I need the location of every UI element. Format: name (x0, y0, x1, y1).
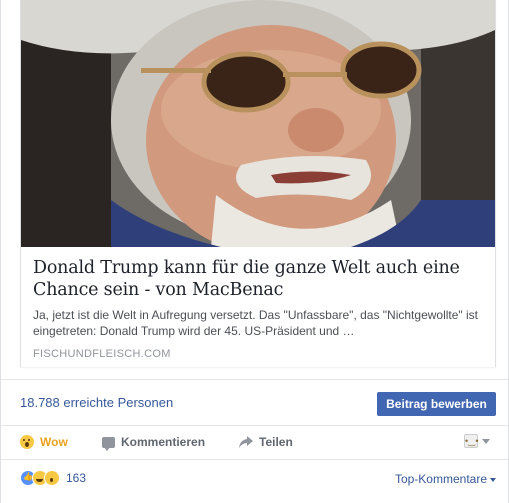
share-button[interactable]: Teilen (239, 435, 293, 449)
reaction-label: Wow (40, 435, 68, 449)
link-description: Ja, jetzt ist die Welt in Aufregung vers… (33, 308, 479, 338)
action-bar: Wow Kommentieren Teilen •‿• (1, 425, 508, 459)
link-preview[interactable]: Donald Trump kann für die ganze Welt auc… (20, 0, 496, 367)
link-preview-image[interactable] (21, 0, 495, 247)
wow-icon (44, 470, 60, 486)
comment-sort-dropdown[interactable]: Top-Kommentare (395, 472, 496, 486)
chevron-down-icon (482, 438, 490, 444)
link-source: FISCHUNDFLEISCH.COM (33, 348, 171, 360)
portrait-photo (21, 0, 495, 247)
comment-label: Kommentieren (121, 435, 206, 449)
caret-down-icon (490, 477, 496, 482)
people-reached-link[interactable]: 18.788 erreichte Personen (20, 395, 173, 410)
reaction-counts[interactable]: 163 (20, 470, 86, 486)
page-avatar-icon: •‿• (464, 434, 479, 448)
comment-icon (102, 436, 115, 451)
boost-post-button[interactable]: Beitrag bewerben (377, 392, 496, 416)
share-label: Teilen (259, 435, 293, 449)
link-preview-text[interactable]: Donald Trump kann für die ganze Welt auc… (21, 247, 495, 367)
post-as-selector[interactable]: •‿• (464, 434, 490, 448)
post-card: Donald Trump kann für die ganze Welt auc… (0, 0, 509, 503)
reach-bar: 18.788 erreichte Personen Beitrag bewerb… (1, 379, 508, 425)
wow-icon (20, 435, 34, 449)
share-arrow-icon (239, 436, 253, 448)
comment-sort-label: Top-Kommentare (394, 472, 487, 486)
reactions-summary: 163 Top-Kommentare (1, 459, 508, 503)
reaction-button[interactable]: Wow (20, 435, 68, 449)
comment-button[interactable]: Kommentieren (102, 435, 206, 451)
reaction-count[interactable]: 163 (66, 471, 86, 485)
link-title[interactable]: Donald Trump kann für die ganze Welt auc… (33, 257, 483, 301)
